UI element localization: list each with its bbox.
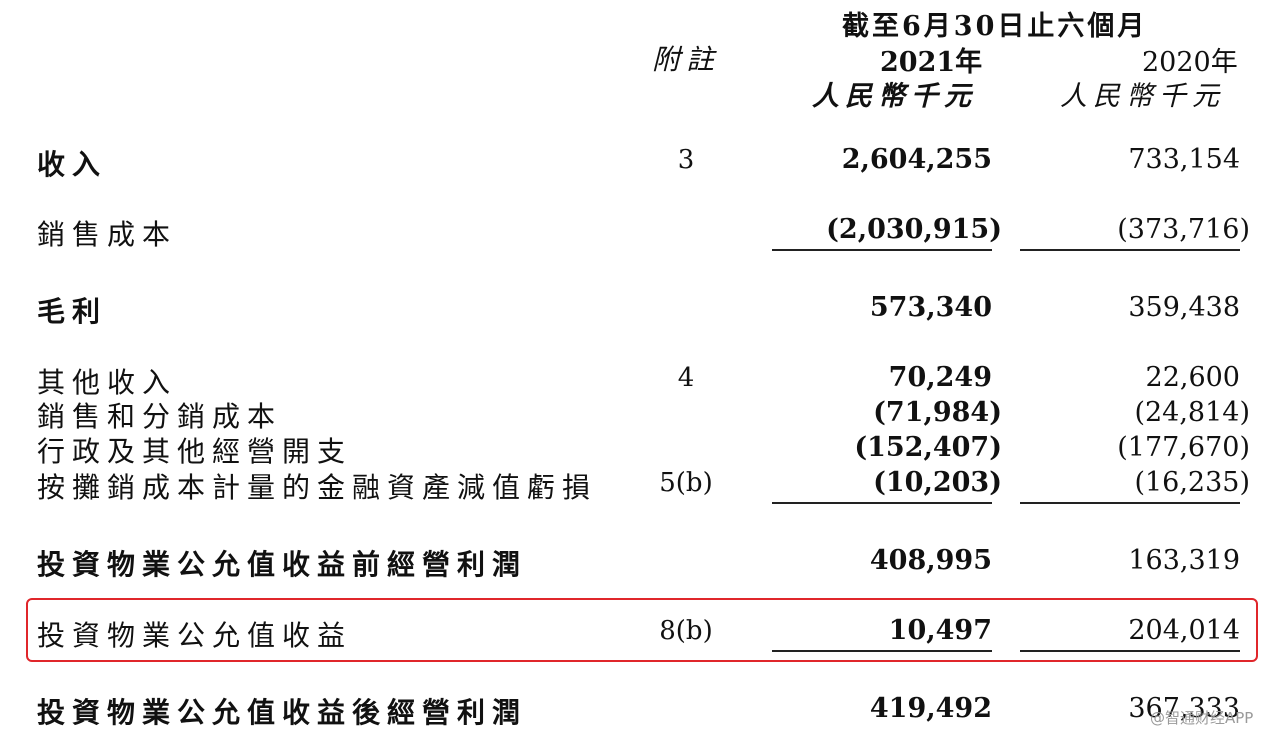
row-prior-cost-of-sales: (373,716) — [1117, 214, 1250, 245]
row-prior-other-income: 22,600 — [1145, 362, 1240, 393]
row-note-other-income: 4 — [677, 363, 695, 393]
row-label-revenue: 收入 — [37, 148, 108, 181]
row-prior-op-profit-before: 163,319 — [1128, 545, 1240, 576]
watermark: @智通财经APP — [1150, 709, 1254, 727]
rule-prior — [1020, 502, 1240, 504]
row-label-op-profit-after: 投資物業公允值收益後經營利潤 — [37, 696, 528, 729]
unit-prior: 人民幣千元 — [1060, 81, 1225, 112]
row-label-op-profit-before: 投資物業公允值收益前經營利潤 — [37, 548, 528, 581]
row-prior-admin-expenses: (177,670) — [1117, 432, 1250, 463]
row-prior-revenue: 733,154 — [1128, 144, 1240, 175]
row-current-impairment: (10,203) — [873, 467, 1002, 498]
row-label-admin-expenses: 行政及其他經營開支 — [37, 435, 353, 468]
row-current-fair-value-gains: 10,497 — [888, 615, 992, 646]
note-column-header: 附註 — [652, 43, 721, 76]
row-label-cost-of-sales: 銷售成本 — [37, 218, 178, 251]
rule-current — [772, 650, 992, 652]
row-prior-impairment: (16,235) — [1134, 467, 1250, 498]
period-header: 截至6月30日止六個月 — [842, 11, 1148, 42]
row-current-other-income: 70,249 — [888, 362, 992, 393]
row-label-impairment: 按攤銷成本計量的金融資產減值虧損 — [37, 471, 598, 504]
row-note-impairment: 5(b) — [659, 468, 713, 498]
row-prior-selling-costs: (24,814) — [1134, 397, 1250, 428]
row-current-selling-costs: (71,984) — [873, 397, 1002, 428]
rule-current — [772, 249, 992, 251]
row-label-selling-costs: 銷售和分銷成本 — [37, 400, 283, 433]
rule-prior — [1020, 650, 1240, 652]
row-label-gross-profit: 毛利 — [37, 295, 108, 328]
row-current-gross-profit: 573,340 — [869, 292, 992, 323]
row-current-admin-expenses: (152,407) — [854, 432, 1002, 463]
row-current-revenue: 2,604,255 — [841, 144, 992, 175]
rule-current — [772, 502, 992, 504]
rule-prior — [1020, 249, 1240, 251]
row-note-revenue: 3 — [677, 145, 695, 175]
row-current-op-profit-after: 419,492 — [869, 693, 992, 724]
row-label-fair-value-gains: 投資物業公允值收益 — [37, 619, 353, 652]
row-prior-fair-value-gains: 204,014 — [1128, 615, 1240, 646]
unit-current: 人民幣千元 — [812, 81, 977, 112]
row-prior-gross-profit: 359,438 — [1128, 292, 1240, 323]
row-note-fair-value-gains: 8(b) — [659, 616, 713, 646]
row-current-cost-of-sales: (2,030,915) — [826, 214, 1002, 245]
row-current-op-profit-before: 408,995 — [869, 545, 992, 576]
